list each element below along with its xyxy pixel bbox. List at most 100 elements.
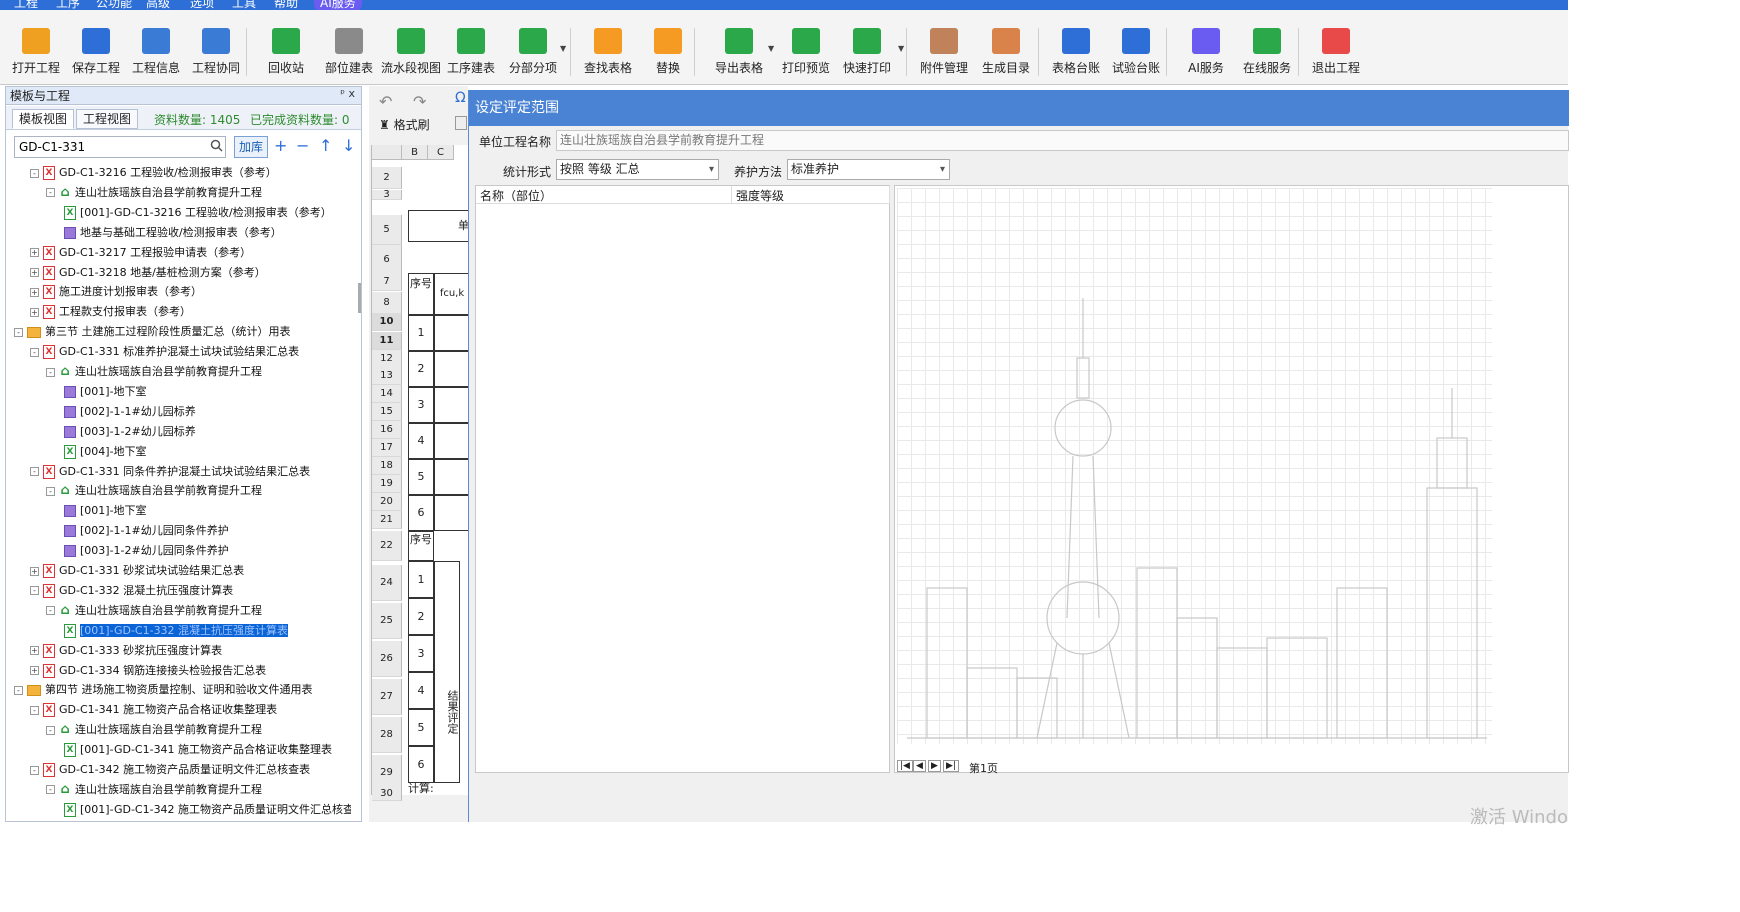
toolbar-button-eye[interactable]: 打印预览 — [776, 24, 836, 82]
toolbar-button-ai[interactable]: AI服务 — [1176, 24, 1236, 82]
tree-node[interactable]: - X GD-C1-331 标准养护混凝土试块试验结果汇总表 — [30, 342, 299, 362]
row-header[interactable]: 28 — [372, 717, 402, 753]
menu-item[interactable]: 帮助 — [274, 0, 298, 10]
tree-node[interactable]: X [001]-GD-C1-341 施工物资产品合格证收集整理表 — [64, 740, 332, 760]
tree-node[interactable]: [001]-地下室 — [64, 382, 147, 402]
tree-node[interactable]: - ⌂ 连山壮族瑶族自治县学前教育提升工程 — [46, 780, 262, 800]
row-header[interactable]: 14 — [372, 385, 402, 403]
row-header[interactable]: 13 — [372, 367, 402, 385]
collapse-icon[interactable]: - — [46, 486, 55, 496]
arrow-down-icon[interactable]: ↓ — [342, 137, 355, 155]
menu-item[interactable]: 工具 — [232, 0, 256, 10]
expand-icon[interactable]: + — [30, 248, 39, 258]
tree-node[interactable]: + X GD-C1-333 砂浆抗压强度计算表 — [30, 641, 222, 661]
tree-node[interactable]: - ⌂ 连山壮族瑶族自治县学前教育提升工程 — [46, 481, 262, 501]
tree-node[interactable]: [001]-地下室 — [64, 501, 147, 521]
expand-icon[interactable]: + — [30, 268, 39, 277]
column-header-c[interactable]: C — [428, 145, 454, 160]
tree-node[interactable]: - X GD-C1-3216 工程验收/检测报审表（参考） — [30, 163, 277, 183]
tree-node[interactable]: - ⌂ 连山壮族瑶族自治县学前教育提升工程 — [46, 362, 262, 382]
row-header[interactable]: 11 — [372, 332, 402, 350]
first-page-icon[interactable]: |◀ — [897, 760, 913, 772]
collapse-icon[interactable]: - — [14, 327, 23, 337]
expand-icon[interactable]: + — [30, 287, 39, 297]
menu-item[interactable]: 工序 — [56, 0, 80, 10]
seq-number-cell[interactable]: 6 — [408, 746, 434, 783]
collapse-icon[interactable]: - — [46, 606, 55, 616]
tab-project-view[interactable]: 工程视图 — [76, 109, 139, 129]
value-cell[interactable] — [434, 459, 470, 495]
toolbar-button-open-folder[interactable]: 打开工程 — [6, 24, 66, 82]
expand-icon[interactable]: + — [30, 566, 39, 576]
tree-node[interactable]: - ⌂ 连山壮族瑶族自治县学前教育提升工程 — [46, 183, 262, 203]
tree-node[interactable]: - X GD-C1-342 施工物资产品质量证明文件汇总核查表 — [30, 760, 310, 780]
row-header[interactable]: 26 — [372, 641, 402, 677]
tree-node[interactable]: X [001]-GD-C1-342 施工物资产品质量证明文件汇总核查 — [64, 800, 351, 820]
menu-item[interactable]: 公功能 — [96, 0, 132, 10]
seq-number-cell[interactable]: 4 — [408, 672, 434, 709]
toolbar-button-flow-view[interactable]: 流水段视图 — [380, 24, 442, 82]
row-header[interactable]: 20 — [372, 493, 402, 511]
collapse-icon[interactable]: - — [46, 725, 55, 735]
tree-node[interactable]: 地基与基础工程验收/检测报审表（参考） — [64, 223, 282, 243]
seq-number-cell[interactable]: 5 — [408, 459, 434, 495]
format-brush-button[interactable]: ♜ 格式刷 — [379, 116, 430, 133]
value-cell[interactable] — [434, 387, 470, 423]
toolbar-button-save[interactable]: 保存工程 — [66, 24, 126, 82]
toolbar-button-test-ledger[interactable]: 试验台账 — [1106, 24, 1166, 82]
spreadsheet[interactable]: B C 2 3 5 6 7 8 10 11 12 13 14 15 16 17 18 19 20 21 22 24 25 26… — [371, 145, 470, 801]
prev-page-icon[interactable]: ◀ — [913, 760, 926, 772]
row-header[interactable]: 12 — [372, 350, 402, 368]
expand-icon[interactable]: + — [30, 646, 39, 656]
image-icon[interactable] — [455, 116, 467, 130]
toolbar-button-headset[interactable]: 在线服务 — [1236, 24, 1298, 82]
tree-scrollbar[interactable] — [358, 283, 361, 313]
row-header[interactable]: 22 — [372, 531, 402, 561]
collapse-icon[interactable]: - — [30, 467, 39, 476]
dropdown-caret-icon[interactable]: ▼ — [768, 44, 774, 53]
collapse-icon[interactable]: - — [30, 347, 39, 357]
row-header[interactable]: 30 — [372, 787, 402, 801]
tree-node[interactable]: [002]-1-1#幼儿园标养 — [64, 402, 196, 422]
collapse-icon[interactable]: - — [30, 168, 39, 178]
collapse-icon[interactable]: - — [46, 188, 55, 198]
next-page-icon[interactable]: ▶ — [928, 760, 941, 772]
cure-method-select[interactable]: 标准养护 ▾ — [787, 159, 950, 180]
tree-node[interactable]: X [001]-GD-C1-3216 工程验收/检测报审表（参考） — [64, 203, 332, 223]
row-header[interactable]: 8 — [372, 292, 402, 314]
seq-number-cell[interactable]: 4 — [408, 423, 434, 459]
toolbar-button-trash[interactable]: 回收站 — [256, 24, 316, 82]
toolbar-button-export[interactable]: 导出表格 — [704, 24, 774, 82]
add-library-button[interactable]: 加库 — [234, 136, 268, 158]
row-header[interactable]: 16 — [372, 421, 402, 439]
stat-form-select[interactable]: 按照 等级 汇总 ▾ — [556, 159, 719, 180]
tree-node[interactable]: - ⌂ 连山壮族瑶族自治县学前教育提升工程 — [46, 601, 262, 621]
value-cell[interactable] — [434, 423, 470, 459]
row-header[interactable]: 7 — [372, 273, 402, 291]
menu-item[interactable]: 工程 — [14, 0, 38, 10]
seq-number-cell[interactable]: 5 — [408, 709, 434, 746]
tree-node[interactable]: + X GD-C1-3218 地基/基桩检测方案（参考） — [30, 263, 266, 283]
pin-close-icon[interactable]: ᵖ x — [340, 87, 355, 100]
expand-icon[interactable]: + — [30, 666, 39, 675]
preview-grid[interactable] — [897, 188, 1492, 744]
row-header[interactable]: 24 — [372, 565, 402, 601]
toolbar-button-handshake[interactable]: 工程协同 — [186, 24, 246, 82]
tree-node[interactable]: - X GD-C1-331 同条件养护混凝土试块试验结果汇总表 — [30, 462, 310, 482]
tree-section[interactable]: - 第三节 土建施工过程阶段性质量汇总（统计）用表 — [14, 322, 291, 342]
tree-node[interactable]: [003]-1-2#幼儿园标养 — [64, 422, 196, 442]
row-header[interactable]: 19 — [372, 475, 402, 493]
collapse-icon[interactable]: - — [46, 367, 55, 377]
seq-number-cell[interactable]: 2 — [408, 351, 434, 387]
toolbar-button-table-ledger[interactable]: 表格台账 — [1046, 24, 1106, 82]
undo-icon[interactable]: ↶ — [379, 92, 392, 111]
tab-template-view[interactable]: 模板视图 — [12, 109, 75, 129]
seq-number-cell[interactable]: 3 — [408, 635, 434, 672]
tree-node[interactable]: [003]-1-2#幼儿园同条件养护 — [64, 541, 229, 561]
tree-node[interactable]: + X 工程款支付报审表（参考） — [30, 302, 191, 322]
toolbar-button-attachment[interactable]: 附件管理 — [914, 24, 974, 82]
row-header[interactable]: 21 — [372, 511, 402, 529]
seq-number-cell[interactable]: 3 — [408, 387, 434, 423]
tree-node[interactable]: + X GD-C1-3217 工程报验申请表（参考） — [30, 243, 251, 263]
seq-number-cell[interactable]: 2 — [408, 598, 434, 635]
